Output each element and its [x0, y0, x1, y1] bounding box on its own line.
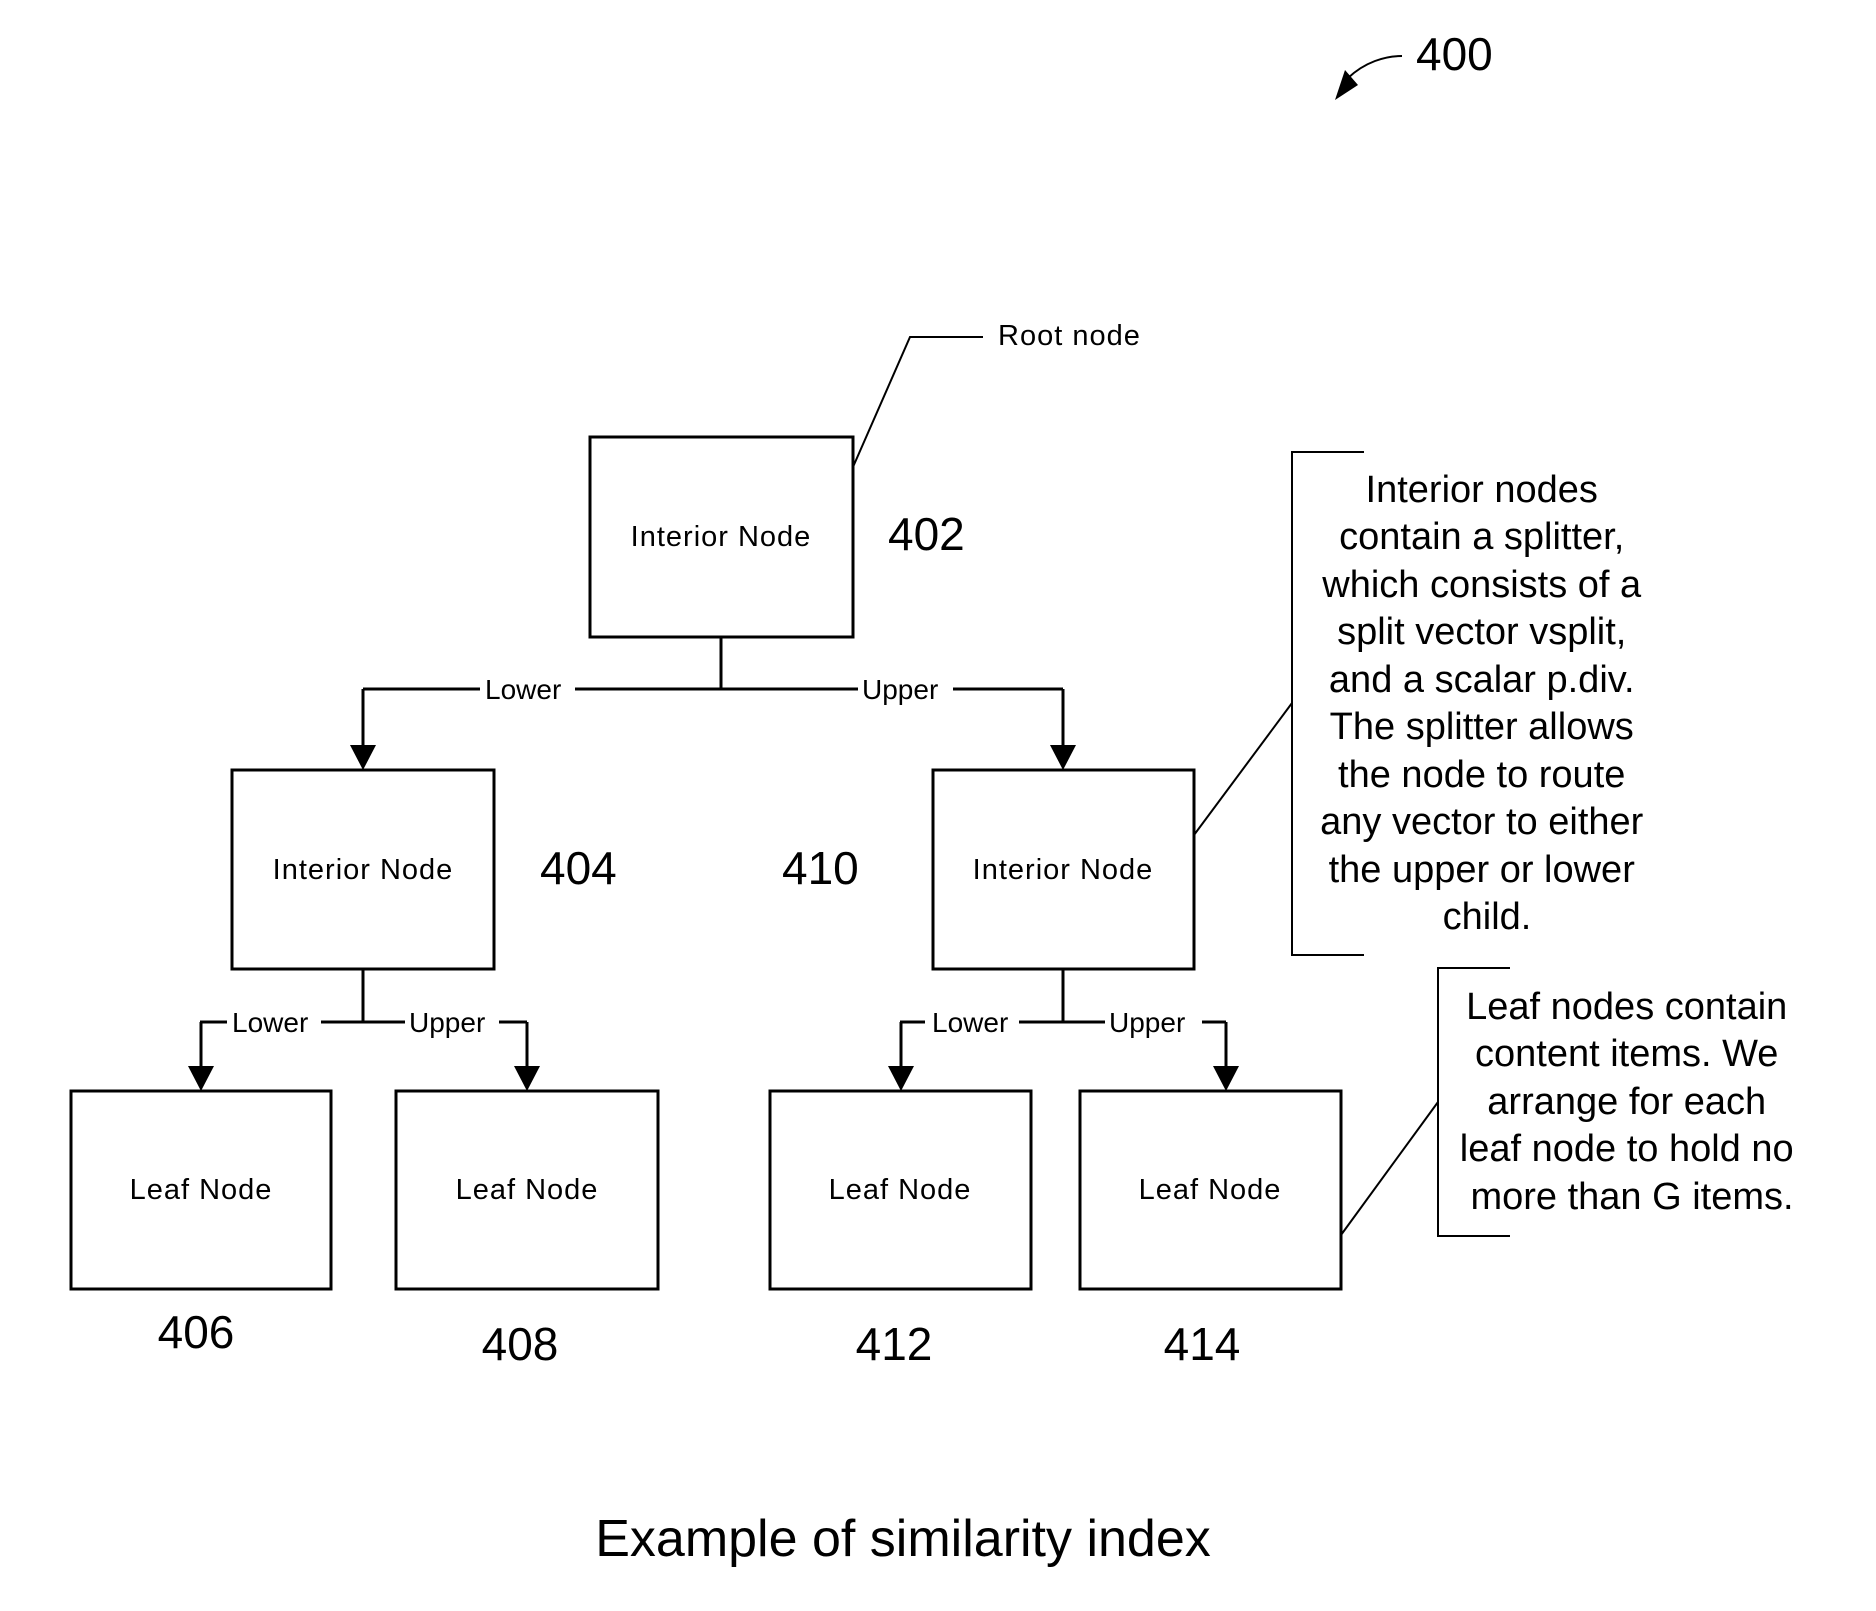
- edge-label-lower: Lower: [232, 1007, 308, 1038]
- ref-number-406: 406: [158, 1306, 235, 1358]
- annotation-line: the node to route: [1338, 754, 1625, 796]
- right-subtree-edges: Lower Upper: [888, 969, 1239, 1091]
- arrow-down-icon: [350, 745, 376, 770]
- annotation-line: the upper or lower: [1329, 849, 1636, 891]
- node-label: Leaf Node: [456, 1174, 599, 1206]
- annotation-line: arrange for each: [1487, 1081, 1766, 1123]
- similarity-index-diagram: 400 Root node Interior Node 402 Lower Up…: [69, 28, 1804, 1568]
- node-label: Interior Node: [631, 521, 812, 553]
- root-edges: Lower Upper: [350, 637, 1076, 770]
- annotation-leader: [1193, 702, 1293, 836]
- figure-number-arrowhead-icon: [1335, 70, 1358, 100]
- root-callout-label: Root node: [998, 320, 1141, 352]
- edge-label-upper: Upper: [862, 674, 938, 705]
- arrow-down-icon: [1050, 745, 1076, 770]
- arrow-down-icon: [514, 1066, 540, 1091]
- leaf-node-406: Leaf Node: [69, 1089, 333, 1291]
- annotation-line: Leaf nodes contain: [1466, 986, 1787, 1028]
- ref-number-408: 408: [482, 1318, 559, 1370]
- figure-number: 400: [1416, 28, 1493, 80]
- arrow-down-icon: [888, 1066, 914, 1091]
- annotation-line: content items. We: [1475, 1033, 1778, 1075]
- edge-label-upper: Upper: [409, 1007, 485, 1038]
- node-label: Leaf Node: [130, 1174, 273, 1206]
- edge-label-lower: Lower: [932, 1007, 1008, 1038]
- interior-node-410: Interior Node: [931, 768, 1196, 971]
- node-label: Leaf Node: [829, 1174, 972, 1206]
- figure-number-leader-curve: [1347, 55, 1403, 79]
- leaf-node-412: Leaf Node: [768, 1089, 1033, 1291]
- ref-number-410: 410: [782, 842, 859, 894]
- interior-node-402: Interior Node: [588, 435, 855, 639]
- ref-number-404: 404: [540, 842, 617, 894]
- ref-number-414: 414: [1164, 1318, 1241, 1370]
- arrow-down-icon: [188, 1066, 214, 1091]
- root-node-callout: Root node: [852, 320, 1141, 468]
- node-label: Interior Node: [973, 854, 1154, 886]
- annotation-line: contain a splitter,: [1339, 516, 1624, 558]
- annotation-line: any vector to either: [1320, 801, 1644, 843]
- root-callout-leader: [852, 336, 983, 468]
- interior-nodes-annotation: Interior nodes contain a splitter, which…: [1193, 451, 1654, 956]
- annotation-leader: [1340, 1101, 1439, 1236]
- annotation-line: split vector vsplit,: [1337, 611, 1626, 653]
- figure-number-callout: 400: [1335, 28, 1493, 100]
- annotation-line: more than G items.: [1470, 1176, 1793, 1218]
- node-label: Interior Node: [273, 854, 454, 886]
- leaf-node-408: Leaf Node: [394, 1089, 660, 1291]
- annotation-text: Interior nodes contain a splitter, which…: [1320, 469, 1654, 938]
- figure-caption: Example of similarity index: [595, 1510, 1211, 1568]
- edge-label-upper: Upper: [1109, 1007, 1185, 1038]
- annotation-line: Interior nodes: [1366, 469, 1598, 511]
- left-subtree-edges: Lower Upper: [188, 969, 540, 1091]
- annotation-line: and a scalar p.div.: [1329, 659, 1635, 701]
- arrow-down-icon: [1213, 1066, 1239, 1091]
- annotation-text: Leaf nodes contain content items. We arr…: [1460, 986, 1804, 1218]
- annotation-line: The splitter allows: [1330, 706, 1634, 748]
- ref-number-412: 412: [856, 1318, 933, 1370]
- ref-number-402: 402: [888, 508, 965, 560]
- annotation-line: child.: [1443, 896, 1532, 938]
- node-label: Leaf Node: [1139, 1174, 1282, 1206]
- interior-node-404: Interior Node: [230, 768, 496, 971]
- leaf-node-414: Leaf Node: [1078, 1089, 1343, 1291]
- annotation-line: leaf node to hold no: [1460, 1128, 1794, 1170]
- leaf-nodes-annotation: Leaf nodes contain content items. We arr…: [1340, 967, 1804, 1237]
- annotation-line: which consists of a: [1321, 564, 1642, 606]
- edge-label-lower: Lower: [485, 674, 561, 705]
